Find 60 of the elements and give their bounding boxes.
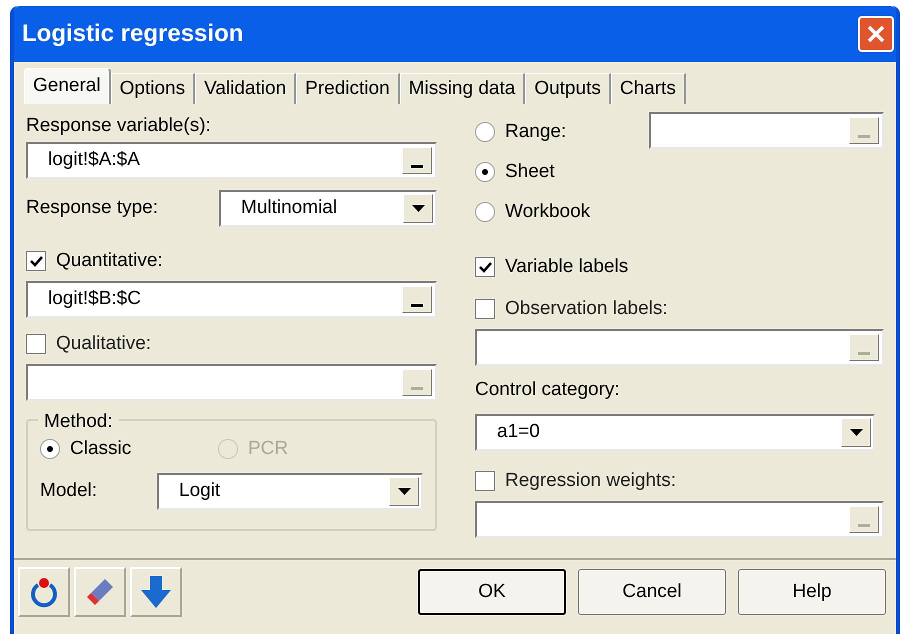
tab[interactable]: Charts (610, 73, 686, 104)
close-icon (867, 25, 885, 43)
caret-icon (398, 488, 410, 495)
dialog-button[interactable]: Cancel (578, 569, 726, 615)
radio-label: Range: (505, 120, 566, 144)
dialog-button[interactable]: OK (418, 569, 566, 615)
input-field[interactable]: logit!$A:$A (26, 142, 437, 179)
checkbox[interactable] (26, 251, 46, 271)
dropdown[interactable]: Multinomial (219, 190, 437, 227)
dash-icon (411, 304, 423, 307)
dropdown-button[interactable] (389, 477, 419, 506)
checkmark-icon (30, 256, 42, 266)
dash-icon (858, 135, 870, 138)
dropdown-button[interactable] (841, 418, 871, 447)
field-label: Control category: (475, 378, 621, 402)
radio-label: Sheet (505, 160, 555, 184)
range-select-button[interactable] (402, 147, 432, 174)
field-label: Response type: (26, 196, 160, 220)
tab[interactable]: Options (110, 73, 196, 104)
down-arrow-icon (141, 576, 171, 608)
close-button[interactable] (858, 16, 894, 52)
window-title: Logistic regression (22, 19, 244, 49)
radio-label: Classic (70, 436, 132, 461)
range-select-button[interactable] (402, 286, 432, 313)
checkbox-label: Regression weights: (505, 468, 676, 493)
checkbox-label: Variable labels (505, 254, 628, 279)
radio-label: Workbook (505, 200, 590, 224)
caret-icon (850, 429, 862, 436)
checkbox-label: Quantitative: (56, 248, 163, 273)
field-label: Model: (40, 479, 98, 504)
tab[interactable]: Outputs (525, 73, 611, 104)
dropdown-button[interactable] (403, 194, 433, 223)
checkbox-label: Qualitative: (56, 332, 152, 356)
reset-button[interactable] (18, 567, 70, 617)
refresh-icon (29, 576, 59, 608)
tab[interactable]: Missing data (400, 73, 526, 104)
dropdown[interactable]: a1=0 (475, 414, 875, 451)
dialog-button[interactable]: Help (738, 569, 886, 615)
dash-icon (858, 352, 870, 355)
radio-label: PCR (248, 436, 288, 461)
radio-button[interactable] (475, 202, 495, 222)
radio-button[interactable] (40, 439, 60, 459)
dash-icon (411, 387, 423, 390)
eraser-button[interactable] (74, 567, 126, 617)
radio-button[interactable] (475, 162, 495, 182)
input-field[interactable]: logit!$B:$C (26, 281, 437, 318)
tab[interactable]: Validation (195, 73, 296, 104)
checkmark-icon (478, 262, 492, 272)
download-button[interactable] (130, 567, 182, 617)
caret-icon (412, 205, 424, 212)
radio-button[interactable] (475, 122, 495, 142)
dash-icon (858, 524, 870, 527)
tab[interactable]: General (24, 68, 111, 104)
checkbox[interactable] (475, 257, 495, 277)
field-label: Response variable(s): (26, 114, 212, 138)
dropdown[interactable]: Logit (157, 473, 423, 510)
eraser-icon (85, 577, 115, 607)
checkbox-label: Observation labels: (505, 296, 668, 321)
tab[interactable]: Prediction (296, 73, 400, 104)
dash-icon (411, 165, 423, 168)
